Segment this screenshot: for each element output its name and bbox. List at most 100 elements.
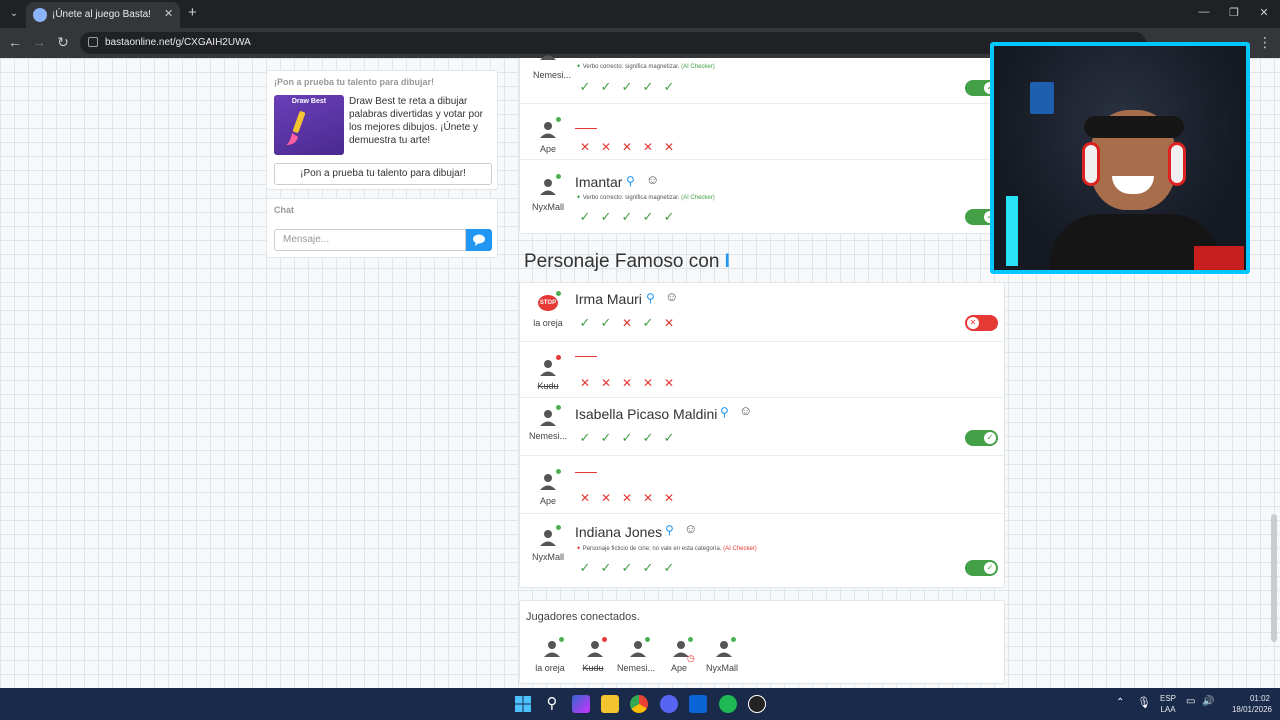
chevron-up-icon[interactable]: ⌃: [1116, 697, 1124, 708]
emoji-reaction-icon[interactable]: ☺: [739, 403, 752, 418]
reload-icon[interactable]: ↻: [54, 34, 72, 51]
keyboard-layout[interactable]: LAA: [1160, 705, 1176, 714]
ai-note-text: Verbo correcto: significa magnetizar.: [582, 195, 680, 201]
ai-checker-note: ✦ Verbo correcto: significa magnetizar. …: [576, 63, 715, 70]
address-bar[interactable]: bastaonline.net/g/CXGAIH2UWA: [80, 32, 1146, 54]
obs-icon[interactable]: [748, 695, 766, 713]
promo-image-title: Draw Best: [291, 98, 327, 105]
volume-icon[interactable]: 🔊: [1202, 696, 1214, 707]
chat-heading: Chat: [274, 205, 294, 215]
search-icon[interactable]: ⚲: [626, 174, 635, 188]
answer-word: Indiana Jones: [575, 524, 663, 540]
copilot-icon[interactable]: [572, 695, 590, 713]
language-code[interactable]: ESP: [1160, 694, 1176, 703]
discord-icon[interactable]: [660, 695, 678, 713]
category-answers-card: Nemesi... ✦ Verbo correcto: significa ma…: [519, 58, 1005, 234]
forward-icon[interactable]: →: [30, 34, 48, 50]
clock-date[interactable]: 18/01/2026: [1224, 705, 1272, 714]
search-icon[interactable]: ⚲: [543, 695, 561, 713]
search-icon[interactable]: ⚲: [646, 291, 655, 305]
category-answers-card: STOP la oreja Irma Mauri ⚲ ☺ ✓ ✓ ✕ ✓ ✕ ✕…: [519, 282, 1005, 588]
online-status-dot: [556, 174, 561, 179]
vote-cross-icon: ✕: [642, 491, 654, 505]
player-name: Nemesi...: [532, 70, 571, 80]
player-name: NyxMall: [531, 552, 564, 562]
offline-status-dot: [602, 637, 607, 642]
emoji-reaction-icon[interactable]: ☺: [684, 521, 697, 536]
player-chip[interactable]: NyxMall: [698, 637, 746, 677]
headphones-left: [1082, 142, 1100, 186]
answer-row: Nemesi... Isabella Picaso Maldini ⚲ ☺ ✓ …: [520, 397, 1004, 455]
network-icon[interactable]: ▭: [1186, 696, 1195, 707]
ai-note-tag: (AI Checker): [681, 64, 715, 70]
scrollbar-thumb[interactable]: [1271, 514, 1277, 642]
emoji-reaction-icon[interactable]: ☺: [665, 289, 678, 304]
search-icon[interactable]: ⚲: [720, 405, 729, 419]
answer-row: Kudu ✕ ✕ ✕ ✕ ✕: [520, 341, 1004, 397]
chat-bubble-icon: [473, 234, 485, 246]
maximize-icon[interactable]: ❐: [1226, 6, 1242, 19]
answer-word: Imantar: [575, 174, 623, 190]
answer-row: Ape ✕ ✕ ✕ ✕ ✕: [520, 455, 1004, 513]
vote-check-icon: ✓: [579, 560, 591, 575]
player-name: Nemesi...: [528, 431, 567, 441]
close-tab-icon[interactable]: ✕: [164, 7, 173, 20]
player-name: Kudu: [537, 381, 559, 391]
back-icon[interactable]: ←: [6, 34, 24, 50]
spotify-icon[interactable]: [719, 695, 737, 713]
connected-players-title: Jugadores conectados.: [526, 611, 640, 623]
promo-card: ¡Pon a prueba tu talento para dibujar! D…: [266, 70, 498, 190]
vote-cross-icon: ✕: [600, 491, 612, 505]
online-status-dot: [556, 405, 561, 410]
draw-best-image[interactable]: Draw Best: [274, 95, 344, 155]
vote-check-icon: ✓: [579, 209, 591, 224]
validity-toggle[interactable]: ✕: [965, 315, 998, 331]
vote-check-icon: ✓: [600, 79, 612, 94]
search-icon[interactable]: ⚲: [665, 523, 674, 537]
browser-tab-strip: ⌄ ¡Únete al juego Basta! ✕ + — ❐ ✕: [0, 0, 1280, 28]
try-drawing-button[interactable]: ¡Pon a prueba tu talento para dibujar!: [274, 163, 492, 185]
answer-row: STOP la oreja Irma Mauri ⚲ ☺ ✓ ✓ ✕ ✓ ✕ ✕: [520, 283, 1004, 341]
page-scrollbar[interactable]: [1270, 58, 1278, 688]
close-window-icon[interactable]: ✕: [1256, 6, 1272, 19]
promo-text: Draw Best te reta a dibujar palabras div…: [349, 96, 483, 146]
check-icon: ✓: [984, 432, 996, 444]
validity-toggle[interactable]: ✓: [965, 560, 998, 576]
vote-cross-icon: ✕: [663, 491, 675, 505]
site-info-icon[interactable]: [88, 37, 98, 47]
file-explorer-icon[interactable]: [601, 695, 619, 713]
chat-message-input[interactable]: Mensaje...: [274, 229, 466, 251]
minimize-icon[interactable]: —: [1196, 6, 1212, 18]
windows-start-icon[interactable]: [514, 695, 532, 713]
vote-check-icon: ✓: [663, 560, 675, 575]
online-status-dot: [559, 637, 564, 642]
microphone-icon[interactable]: 🎙: [1137, 696, 1151, 709]
new-tab-button[interactable]: +: [188, 4, 197, 21]
vote-cross-icon: ✕: [642, 140, 654, 154]
chrome-icon[interactable]: [630, 695, 648, 713]
gaming-chair: [1194, 246, 1244, 270]
answer-row: Nemesi... ✦ Verbo correcto: significa ma…: [520, 58, 1004, 103]
check-icon: ✓: [984, 562, 996, 574]
send-message-button[interactable]: [466, 229, 492, 251]
ai-checker-note: ✦ Personaje ficticio de cine; no vale en…: [576, 545, 757, 552]
browser-tab[interactable]: ¡Únete al juego Basta! ✕: [26, 2, 180, 28]
online-status-dot: [556, 117, 561, 122]
url-text[interactable]: bastaonline.net/g/CXGAIH2UWA: [105, 37, 251, 48]
online-status-dot: [556, 469, 561, 474]
clock-time[interactable]: 01:02: [1226, 694, 1270, 703]
menu-icon[interactable]: ⋮: [1256, 34, 1274, 51]
player-name: Ape: [539, 496, 556, 506]
online-status-dot: [556, 525, 561, 530]
player-name: Ape: [539, 144, 556, 154]
webcam-overlay: [990, 42, 1250, 274]
sparkle-icon: ✦: [576, 546, 583, 552]
ai-note-text: Verbo correcto: significa magnetizar.: [582, 64, 680, 70]
emoji-reaction-icon[interactable]: ☺: [646, 172, 659, 187]
tab-search-icon[interactable]: ⌄: [6, 6, 22, 22]
vote-check-icon: ✓: [621, 560, 633, 575]
empty-answer-dash: [575, 356, 597, 357]
mail-icon[interactable]: [689, 695, 707, 713]
user-avatar-icon: [540, 55, 556, 60]
validity-toggle[interactable]: ✓: [965, 430, 998, 446]
